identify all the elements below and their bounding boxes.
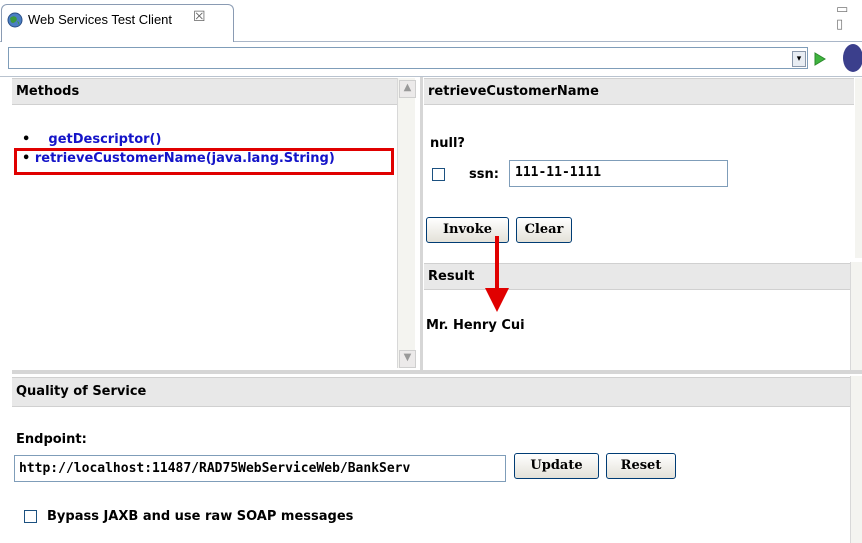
- close-icon[interactable]: ☒: [193, 9, 206, 25]
- reset-button[interactable]: Reset: [606, 453, 676, 479]
- clear-button[interactable]: Clear: [516, 217, 572, 243]
- minimize-maximize-icon[interactable]: ▭ ▯: [836, 2, 862, 32]
- go-arrow-icon[interactable]: [813, 51, 827, 67]
- highlight-box: [14, 148, 394, 175]
- panel-divider-horizontal[interactable]: [12, 370, 862, 374]
- qos-scrollbar[interactable]: [850, 376, 862, 543]
- endpoint-input[interactable]: http://localhost:11487/RAD75WebServiceWe…: [14, 455, 506, 482]
- ssn-input[interactable]: 111-11-1111: [509, 160, 728, 187]
- operation-header: retrieveCustomerName: [424, 78, 854, 105]
- globe-icon: [7, 12, 23, 28]
- tab-title: Web Services Test Client: [28, 12, 173, 27]
- bypass-jaxb-checkbox[interactable]: [24, 510, 37, 523]
- navigate-icon[interactable]: [843, 44, 862, 72]
- methods-panel: [12, 77, 420, 367]
- update-button[interactable]: Update: [514, 453, 599, 479]
- operation-scrollbar[interactable]: [855, 78, 862, 258]
- bypass-jaxb-label: Bypass JAXB and use raw SOAP messages: [47, 509, 354, 524]
- url-input[interactable]: [8, 47, 808, 69]
- scroll-up-icon[interactable]: ▲: [399, 80, 416, 98]
- method-label[interactable]: getDescriptor(): [48, 132, 161, 147]
- method-get-descriptor[interactable]: • getDescriptor(): [22, 132, 161, 147]
- ssn-label: ssn:: [469, 167, 499, 182]
- qos-header: Quality of Service: [12, 377, 850, 407]
- chevron-down-icon[interactable]: ▾: [792, 51, 806, 67]
- null-label: null?: [430, 136, 465, 151]
- panel-divider-vertical[interactable]: [420, 77, 423, 372]
- ssn-null-checkbox[interactable]: [432, 168, 445, 181]
- methods-scrollbar[interactable]: ▲ ▼: [397, 78, 416, 368]
- list-bullet: •: [22, 132, 31, 147]
- endpoint-label: Endpoint:: [16, 432, 87, 447]
- annotation-arrow-icon: [485, 236, 509, 312]
- methods-header: Methods: [12, 78, 397, 105]
- result-value: Mr. Henry Cui: [426, 318, 525, 333]
- result-scrollbar[interactable]: [850, 262, 862, 370]
- scroll-down-icon[interactable]: ▼: [399, 350, 416, 368]
